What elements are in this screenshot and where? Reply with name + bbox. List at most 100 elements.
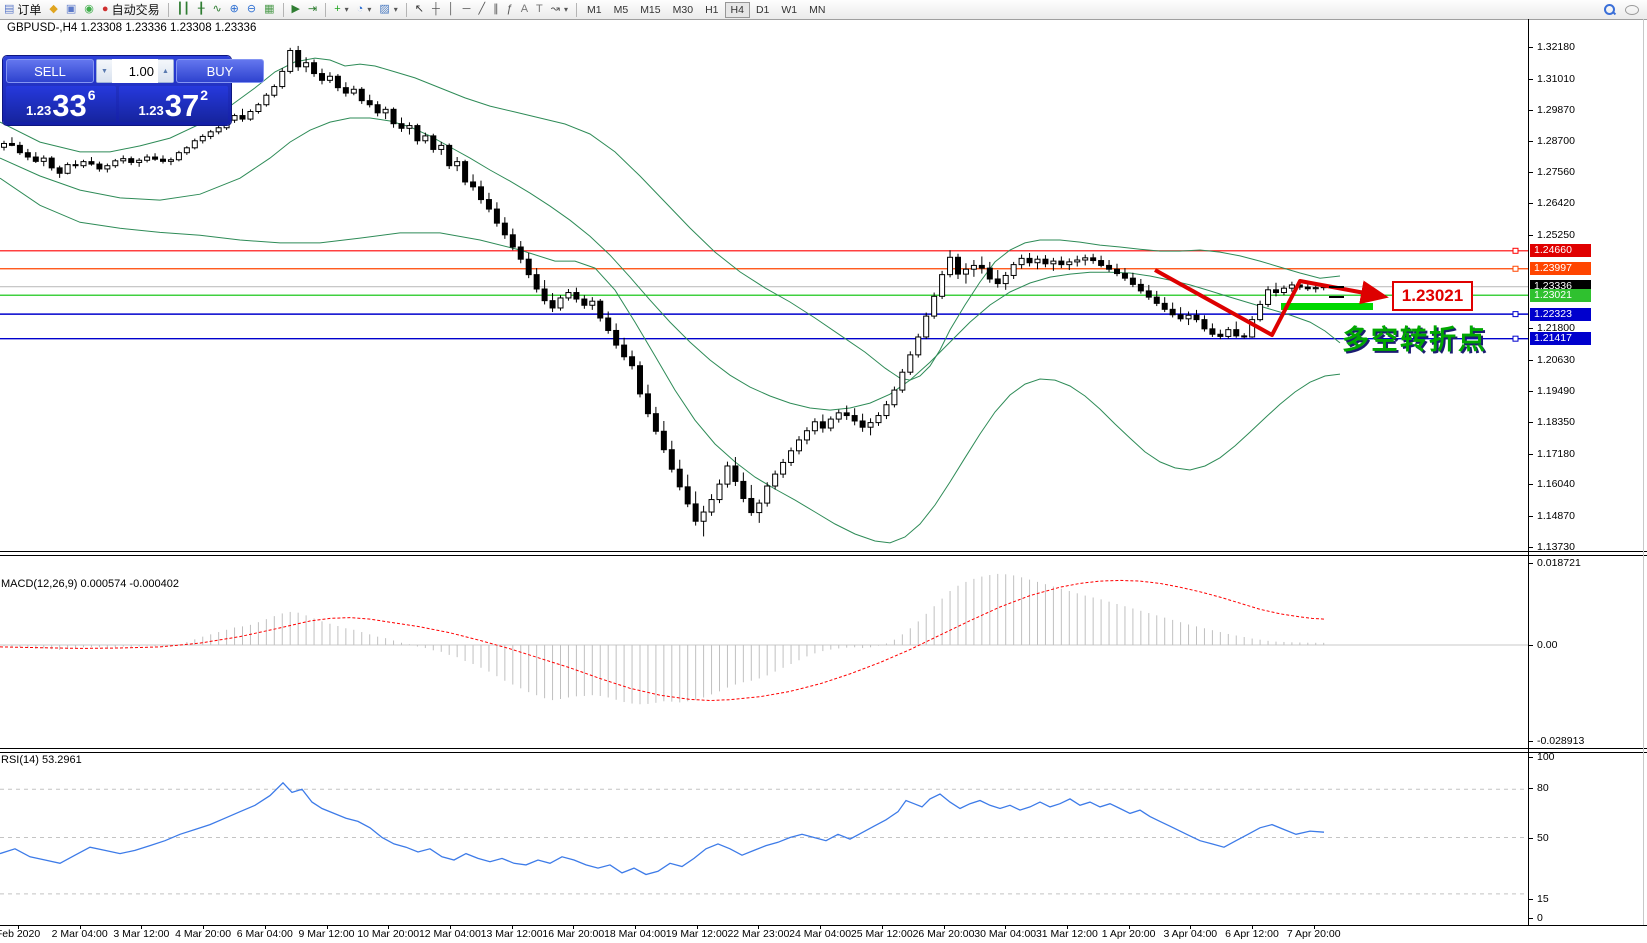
rsi-scale-label: 0 <box>1537 912 1543 924</box>
price-line-badge: 1.22323 <box>1530 308 1591 321</box>
window-edge <box>1643 19 1644 925</box>
text-label-icon: T <box>536 4 543 15</box>
time-tick-label: 6 Apr 12:00 <box>1225 928 1279 940</box>
toolbar-indicators-button[interactable]: +▾ <box>330 1 352 18</box>
timeframe-m1-button[interactable]: M1 <box>581 2 608 18</box>
tile-windows-icon: ▦ <box>264 4 274 15</box>
axis-tick <box>1529 838 1533 839</box>
price-annotation-box[interactable]: 1.23021 <box>1392 281 1473 311</box>
new-order-label: 订单 <box>17 1 41 18</box>
toolbar-tile-windows-button[interactable]: ▦ <box>260 1 278 18</box>
time-tick <box>1252 925 1253 929</box>
timeframe-h4-button[interactable]: H4 <box>725 2 750 18</box>
buy-button[interactable]: BUY <box>176 59 264 83</box>
chart-shift-icon: ⇥ <box>308 4 317 15</box>
text-icon: A <box>521 4 528 15</box>
price-line-badge: 1.24660 <box>1530 244 1591 257</box>
crosshair-icon: ┼ <box>432 4 440 15</box>
toolbar-separator <box>576 3 577 17</box>
volume-down-button[interactable]: ▼ <box>97 60 112 82</box>
turning-point-annotation[interactable]: 多空转折点 <box>1342 318 1487 357</box>
zoom-in-icon: ⊕ <box>230 4 239 15</box>
price-line-badge: 1.23021 <box>1530 289 1591 302</box>
pane-separator[interactable] <box>0 748 1647 749</box>
macd-label: MACD(12,26,9) 0.000574 -0.000402 <box>1 578 179 590</box>
shapes-icon: ↝ <box>551 4 560 15</box>
one-click-trading-panel: SELL ▼ ▲ BUY 1.23 33 6 1.23 37 2 <box>3 56 231 125</box>
indicators-icon: + <box>334 4 340 15</box>
time-tick <box>388 925 389 929</box>
chart-bars-icon: ┃┃ <box>177 4 190 15</box>
time-tick-label: 3 Apr 04:00 <box>1163 928 1217 940</box>
timeframe-w1-button[interactable]: W1 <box>775 2 803 18</box>
macd-scale-label: 0.018721 <box>1537 557 1581 569</box>
toolbar-fibonacci-button[interactable]: ƒ <box>503 1 517 18</box>
equidistant-channel-icon: ∥ <box>493 4 499 15</box>
toolbar-text-button[interactable]: A <box>517 1 532 18</box>
timeframe-h1-button[interactable]: H1 <box>699 2 724 18</box>
sell-price[interactable]: 1.23 33 6 <box>6 86 116 122</box>
price-line-badge: 1.23997 <box>1530 262 1591 275</box>
toolbar-chart-candles-button[interactable]: ╂ <box>194 1 209 18</box>
toolbar-zoom-out-button[interactable]: ⊖ <box>243 1 260 18</box>
time-tick <box>327 925 328 929</box>
horizontal-line-icon: ─ <box>463 4 471 15</box>
time-tick-label: 2 Mar 04:00 <box>52 928 108 940</box>
rsi-pane[interactable] <box>0 752 1528 925</box>
toolbar-horizontal-line-button[interactable]: ─ <box>459 1 475 18</box>
timeframe-mn-button[interactable]: MN <box>803 2 831 18</box>
time-tick <box>1190 925 1191 929</box>
vertical-line-icon: │ <box>448 4 455 15</box>
toolbar-trendline-button[interactable]: ╱ <box>474 1 489 18</box>
chevron-down-icon[interactable]: ▾ <box>564 5 568 14</box>
time-tick <box>635 925 636 929</box>
chevron-down-icon[interactable]: ▾ <box>345 5 349 14</box>
volume-input[interactable] <box>112 59 158 83</box>
toolbar-text-label-button[interactable]: T <box>532 1 547 18</box>
buy-price-pip: 2 <box>200 87 208 103</box>
chevron-down-icon[interactable]: ▾ <box>367 5 371 14</box>
axis-tick <box>1529 235 1533 236</box>
toolbar-chart-bars-button[interactable]: ┃┃ <box>173 1 194 18</box>
price-tick-label: 1.29870 <box>1537 104 1575 116</box>
toolbar-crosshair-button[interactable]: ┼ <box>428 1 444 18</box>
toolbar-signals-button[interactable]: ◉ <box>80 1 98 18</box>
toolbar-autotrading-button[interactable]: ●自动交易 <box>98 1 164 18</box>
timeframe-m5-button[interactable]: M5 <box>608 2 635 18</box>
chat-icon[interactable] <box>1625 5 1639 15</box>
toolbar-new-order-button[interactable]: ▤订单 <box>0 1 45 18</box>
toolbar-chart-shift-button[interactable]: ⇥ <box>304 1 321 18</box>
sell-button[interactable]: SELL <box>6 59 94 83</box>
buy-price-prefix: 1.23 <box>138 103 163 118</box>
trendline-icon: ╱ <box>478 4 485 15</box>
toolbar-templates-button[interactable]: ▨▾ <box>375 1 401 18</box>
pane-separator[interactable] <box>0 752 1647 753</box>
price-tick-label: 1.28700 <box>1537 135 1575 147</box>
toolbar-equidistant-channel-button[interactable]: ∥ <box>489 1 503 18</box>
timeframe-m30-button[interactable]: M30 <box>667 2 699 18</box>
timeframe-m15-button[interactable]: M15 <box>634 2 666 18</box>
toolbar-separator <box>283 3 284 17</box>
toolbar-chart-line-button[interactable]: ∿ <box>208 1 225 18</box>
macd-pane[interactable] <box>0 556 1528 748</box>
toolbar-zoom-in-button[interactable]: ⊕ <box>226 1 243 18</box>
toolbar-separator <box>168 3 169 17</box>
pane-separator[interactable] <box>0 555 1647 556</box>
toolbar-shapes-button[interactable]: ↝▾ <box>547 1 572 18</box>
toolbar-cursor-button[interactable]: ↖ <box>411 1 428 18</box>
toolbar-vertical-line-button[interactable]: │ <box>444 1 459 18</box>
toolbar-gold-instrument-button[interactable]: ◆ <box>45 1 61 18</box>
toolbar-auto-scroll-button[interactable]: ▶ <box>288 1 304 18</box>
toolbar-periods-button[interactable]: ◔▾ <box>353 1 376 18</box>
timeframe-d1-button[interactable]: D1 <box>750 2 775 18</box>
time-tick <box>512 925 513 929</box>
volume-up-button[interactable]: ▲ <box>158 60 173 82</box>
toolbar-profile-button[interactable]: ▣ <box>62 1 80 18</box>
buy-price[interactable]: 1.23 37 2 <box>119 86 229 122</box>
search-icon[interactable] <box>1604 4 1615 15</box>
chevron-down-icon[interactable]: ▾ <box>394 5 398 14</box>
time-tick <box>1005 925 1006 929</box>
axis-tick <box>1529 645 1533 646</box>
pane-separator[interactable] <box>0 551 1647 552</box>
axis-tick <box>1529 360 1533 361</box>
